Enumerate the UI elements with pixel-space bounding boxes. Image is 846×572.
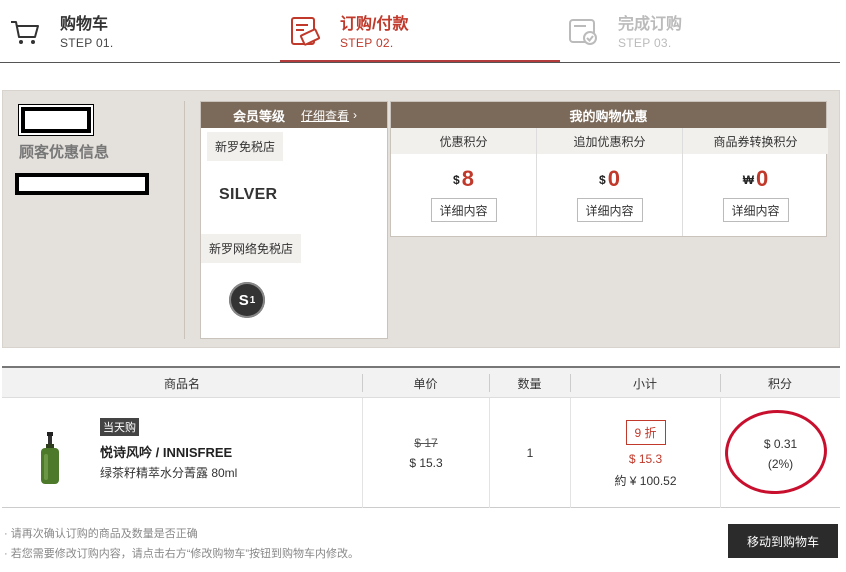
customer-benefit-panel: 顾客优惠信息 会员等级 仔细查看 › 新罗免税店 SILVER 新罗网络免税店 …	[2, 90, 840, 348]
step-title: 购物车	[60, 16, 109, 33]
benefit-amount: 0	[607, 166, 620, 191]
benefit-header: 我的购物优惠	[391, 102, 826, 128]
benefit-value: $8	[391, 166, 536, 192]
currency-symbol: ₩	[742, 173, 755, 187]
benefit-amount: 8	[461, 166, 474, 191]
order-complete-icon	[569, 19, 597, 45]
s1-level-icon: S1	[229, 282, 265, 318]
original-price: $ 17	[414, 436, 438, 450]
benefit-amount: 0	[756, 166, 769, 191]
order-card-icon	[291, 17, 321, 46]
benefit-col-voucher-points: 商品券转换积分 ₩0 详细内容	[683, 128, 828, 236]
detail-button[interactable]: 详细内容	[722, 198, 789, 222]
subtotal-cell: 9 折 $ 15.3 約 ¥ 100.52	[570, 398, 720, 508]
step-cart: 购物车 STEP 01.	[0, 0, 240, 62]
level-number: 1	[249, 294, 256, 306]
points-percent: (2%)	[767, 457, 794, 471]
redacted-block	[15, 173, 149, 195]
step-title: 订购/付款	[340, 16, 409, 33]
benefit-col-title: 优惠积分	[391, 128, 536, 154]
sale-price: $ 15.3	[409, 456, 443, 470]
benefit-col-extra-points: 追加优惠积分 $0 详细内容	[537, 128, 683, 236]
member-detail-link[interactable]: 仔细查看	[301, 107, 349, 124]
cart-icon	[11, 21, 39, 44]
table-row: 当天购 悦诗风吟 / INNISFREE 绿茶籽精萃水分菁露 80ml $ 17…	[2, 398, 840, 508]
currency-symbol: $	[453, 173, 460, 187]
detail-button[interactable]: 详细内容	[430, 198, 497, 222]
chevron-right-icon[interactable]: ›	[353, 108, 357, 122]
col-subtotal: 小计	[570, 368, 720, 398]
step-number: STEP 02.	[340, 36, 394, 50]
redacted-block	[18, 104, 94, 136]
benefit-col-points: 优惠积分 $8 详细内容	[391, 128, 537, 236]
product-cell: 当天购 悦诗风吟 / INNISFREE 绿茶籽精萃水分菁露 80ml	[2, 398, 362, 508]
discount-badge: 9 折	[625, 420, 666, 445]
points-cell: $ 0.31 (2%)	[720, 398, 840, 508]
subtotal-cny: 約 ¥ 100.52	[614, 474, 677, 488]
col-quantity: 数量	[489, 368, 570, 398]
member-level-badge: SILVER	[219, 186, 278, 203]
move-to-cart-button[interactable]: 移动到购物车	[728, 524, 838, 558]
step-number: STEP 01.	[60, 36, 114, 50]
detail-button[interactable]: 详细内容	[576, 198, 643, 222]
col-unit-price: 单价	[362, 368, 489, 398]
table-header: 商品名 单价 数量 小计 积分	[2, 368, 840, 398]
customer-benefit-label: 顾客优惠信息	[19, 144, 110, 161]
points-value: $ 0.31 (2%)	[721, 434, 840, 474]
order-notes: · 请再次确认订购的商品及数量是否正确 · 若您需要修改订购内容，请点击右方“修…	[4, 524, 359, 564]
member-level-header: 会员等级 仔细查看 ›	[201, 102, 387, 128]
col-points: 积分	[720, 368, 840, 398]
step-complete: 完成订购 STEP 03.	[560, 0, 800, 62]
note-line: · 请再次确认订购的商品及数量是否正确	[4, 528, 198, 540]
store-name: 新罗网络免税店	[201, 234, 302, 263]
note-line: · 若您需要修改订购内容，请点击右方“修改购物车”按钮到购物车内修改。	[4, 548, 360, 560]
points-amount: $ 0.31	[763, 437, 798, 451]
quantity-value: 1	[526, 446, 534, 460]
panel-divider	[184, 101, 185, 339]
col-product-name: 商品名	[163, 376, 200, 391]
level-letter: S	[238, 291, 249, 309]
store-name: 新罗免税店	[207, 132, 284, 161]
benefit-value: ₩0	[683, 166, 828, 192]
step-title: 完成订购	[618, 16, 683, 33]
product-description: 绿茶籽精萃水分菁露 80ml	[100, 466, 238, 480]
product-name[interactable]: 悦诗风吟 / INNISFREE	[100, 442, 232, 461]
shopping-benefit-box: 我的购物优惠 优惠积分 $8 详细内容 追加优惠积分 $0 详细内容 商品券转换…	[390, 101, 828, 237]
member-level-box: 会员等级 仔细查看 › 新罗免税店 SILVER 新罗网络免税店 S1	[200, 101, 388, 339]
quantity-cell: 1	[489, 398, 570, 508]
benefit-col-title: 追加优惠积分	[537, 128, 682, 154]
price-cell: $ 17 $ 15.3	[362, 398, 489, 508]
benefit-value: $0	[537, 166, 682, 192]
order-table: 商品名 单价 数量 小计 积分 当天购 悦诗风吟 / INNISFREE 绿茶籽…	[2, 366, 840, 508]
product-bottle-icon	[41, 432, 59, 484]
member-level-title: 会员等级	[233, 108, 286, 124]
checkout-steps: 购物车 STEP 01. 订购/付款 STEP 02. 完成订购 STEP 03…	[0, 0, 846, 62]
step-number: STEP 03.	[618, 36, 672, 50]
subtotal-usd: $ 15.3	[628, 452, 663, 466]
steps-divider	[0, 62, 840, 63]
same-day-tag: 当天购	[100, 418, 139, 436]
step-order-payment: 订购/付款 STEP 02.	[280, 0, 560, 62]
currency-symbol: $	[599, 173, 606, 187]
benefit-col-title: 商品券转换积分	[683, 128, 828, 154]
